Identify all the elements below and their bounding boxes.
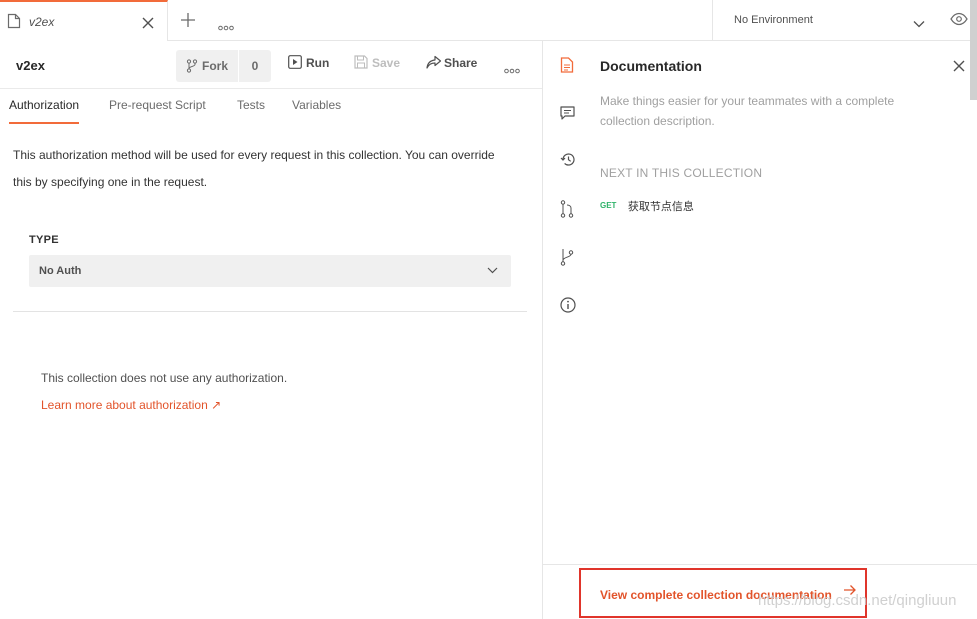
request-method: GET — [600, 201, 617, 211]
fork-label: Fork — [202, 59, 229, 73]
history-icon[interactable] — [560, 152, 576, 172]
fork-info-icon[interactable] — [560, 248, 574, 271]
tab-title: v2ex — [29, 15, 55, 29]
share-icon — [426, 55, 442, 69]
new-tab-icon[interactable] — [181, 13, 195, 32]
comments-icon[interactable] — [560, 106, 575, 125]
chevron-down-icon — [913, 15, 925, 33]
no-auth-message: This collection does not use any authori… — [41, 371, 288, 385]
chevron-down-icon — [487, 267, 498, 274]
type-label: TYPE — [29, 234, 59, 246]
tab-authorization[interactable]: Authorization — [9, 98, 80, 124]
divider — [13, 311, 527, 312]
divider — [543, 564, 977, 565]
environment-selector[interactable]: No Environment — [712, 0, 937, 41]
save-icon — [354, 55, 368, 69]
documentation-description[interactable]: Make things easier for your teammates wi… — [600, 91, 930, 131]
next-request-item[interactable]: GET 获取节点信息 — [600, 197, 694, 215]
authorization-description: This authorization method will be used f… — [13, 148, 495, 189]
info-icon[interactable] — [560, 297, 576, 318]
subtab-bar: Authorization Pre-request Script Tests V… — [0, 88, 542, 124]
request-name: 获取节点信息 — [627, 200, 694, 213]
environment-label: No Environment — [734, 14, 813, 26]
close-icon[interactable] — [953, 59, 965, 77]
documentation-icon[interactable] — [560, 57, 574, 78]
eye-icon[interactable] — [950, 12, 968, 31]
watermark: https://blog.csdn.net/qingliuun — [758, 592, 957, 609]
documentation-title: Documentation — [600, 58, 702, 74]
fork-button[interactable]: Fork — [176, 50, 238, 82]
documentation-pane: Documentation Make things easier for you… — [542, 41, 977, 619]
auth-type-value: No Auth — [39, 265, 82, 277]
save-label: Save — [372, 56, 401, 70]
learn-more-link[interactable]: Learn more about authorization ↗ — [41, 398, 221, 412]
tab-v2ex[interactable]: v2ex — [0, 0, 168, 41]
auth-type-select[interactable]: No Auth — [29, 255, 511, 287]
more-tabs-icon[interactable] — [218, 18, 234, 36]
collection-name: v2ex — [16, 58, 45, 73]
collection-pane: v2ex Fork 0 Run Save Share Authorization… — [0, 41, 542, 619]
pull-requests-icon[interactable] — [560, 200, 574, 223]
document-icon — [7, 13, 21, 34]
tab-variables[interactable]: Variables — [292, 98, 341, 112]
fork-count[interactable]: 0 — [239, 50, 271, 82]
close-tab-icon[interactable] — [142, 16, 154, 34]
tab-tests[interactable]: Tests — [237, 98, 265, 112]
fork-icon — [186, 59, 198, 73]
tab-pre-request-script[interactable]: Pre-request Script — [109, 98, 206, 112]
share-label: Share — [444, 56, 478, 70]
more-options-icon[interactable] — [504, 61, 520, 79]
next-in-collection-label: NEXT IN THIS COLLECTION — [600, 166, 763, 180]
tab-bar: v2ex No Environment — [0, 0, 977, 100]
play-icon — [288, 55, 302, 69]
run-label: Run — [306, 56, 330, 70]
